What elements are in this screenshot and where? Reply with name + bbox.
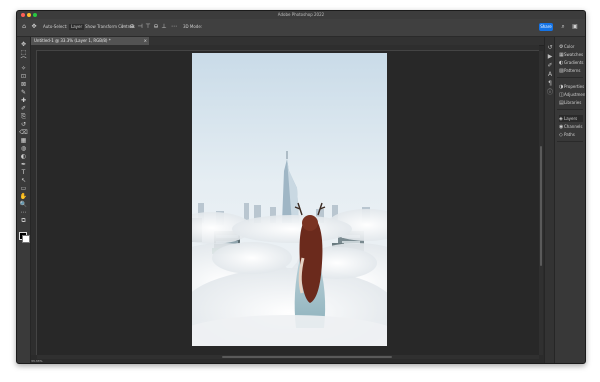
marquee-tool-icon[interactable]: ⬚	[19, 49, 28, 56]
panel-paths[interactable]: ◇Paths	[559, 131, 583, 138]
panel-dock: ⚙Color ▦Swatches ◐Gradients ▨Patterns ◑Prope…	[554, 37, 585, 363]
canvas-area[interactable]	[37, 51, 539, 355]
rectangle-tool-icon[interactable]: ▭	[19, 185, 28, 192]
panel-label: Gradients	[564, 60, 584, 65]
zoom-tool-icon[interactable]: 🔍	[19, 201, 28, 208]
panel-swatches[interactable]: ▦Swatches	[559, 51, 583, 58]
panel-properties[interactable]: ◑Properties	[559, 83, 585, 90]
panel-divider	[557, 109, 583, 110]
move-tool-icon[interactable]: ✥	[31, 24, 37, 30]
vertical-scrollbar[interactable]	[539, 51, 543, 355]
frame-tool-icon[interactable]: ⊠	[19, 81, 28, 88]
align-bottom-icon[interactable]: ⊥	[161, 24, 167, 30]
healing-brush-tool-icon[interactable]: ✚	[19, 97, 28, 104]
panel-label: Color	[564, 44, 575, 49]
brushes-icon[interactable]: ✐	[547, 63, 553, 69]
background-color-swatch[interactable]	[22, 235, 30, 243]
share-button[interactable]: Share	[539, 23, 553, 31]
eyedropper-tool-icon[interactable]: ✎	[19, 89, 28, 96]
horizontal-scrollbar[interactable]	[37, 355, 539, 359]
brush-tool-icon[interactable]: ✐	[19, 105, 28, 112]
panel-libraries[interactable]: ▤Libraries	[559, 99, 583, 106]
more-tools-icon[interactable]: ⧉	[19, 217, 28, 224]
gradient-tool-icon[interactable]: ▦	[19, 137, 28, 144]
panel-label: Properties	[564, 84, 585, 89]
photoshop-window: Adobe Photoshop 2022 ⌂ ✥ Auto-Select: La…	[16, 10, 586, 364]
align-left-icon[interactable]: ⊢	[121, 24, 127, 30]
title-bar: Adobe Photoshop 2022	[17, 11, 585, 19]
zoom-level[interactable]: 33.33%	[31, 359, 61, 363]
move-tool-icon[interactable]: ✥	[19, 41, 28, 48]
panel-gradients[interactable]: ◐Gradients	[559, 59, 584, 66]
clone-stamp-tool-icon[interactable]: ⎘	[19, 113, 28, 120]
paragraph-icon[interactable]: ¶	[547, 81, 553, 87]
3d-mode-label: 3D Mode:	[183, 24, 203, 29]
panel-divider	[557, 141, 583, 142]
hand-tool-icon[interactable]: ✋	[19, 193, 28, 200]
auto-select-label: Auto-Select:	[43, 24, 68, 29]
path-selection-tool-icon[interactable]: ↖	[19, 177, 28, 184]
align-top-icon[interactable]: ⊤	[145, 24, 151, 30]
home-icon[interactable]: ⌂	[21, 24, 27, 30]
panel-color[interactable]: ⚙Color	[559, 43, 583, 50]
type-tool-icon[interactable]: T	[19, 169, 28, 176]
align-middle-icon[interactable]: ⊖	[153, 24, 159, 30]
more-icon[interactable]: ⋯	[171, 24, 177, 30]
close-tab-icon[interactable]: ×	[144, 37, 147, 45]
workspace-icon[interactable]: ▣	[571, 23, 579, 31]
horizontal-scroll-thumb[interactable]	[222, 356, 392, 358]
magic-wand-tool-icon[interactable]: ✧	[19, 65, 28, 72]
panel-label: Layers	[564, 116, 578, 121]
window-title: Adobe Photoshop 2022	[277, 12, 325, 17]
lasso-tool-icon[interactable]: ⌒	[19, 57, 28, 64]
edit-toolbar-icon[interactable]: ⋯	[19, 209, 28, 216]
panel-label: Paths	[564, 132, 575, 137]
search-icon[interactable]: ⌕	[559, 23, 567, 31]
options-bar: ⌂ ✥ Auto-Select: Layer Show Transform Co…	[17, 19, 585, 37]
panel-divider	[557, 77, 583, 78]
panel-label: Adjustments	[564, 92, 586, 97]
panel-label: Channels	[564, 124, 583, 129]
show-transform-controls-checkbox[interactable]: Show Transform Controls	[85, 24, 135, 30]
tools-panel: ✥ ⬚ ⌒ ✧ ⊡ ⊠ ✎ ✚ ✐ ⎘ ↺ ⌫ ▦ ◍ ◐ ✒ T ↖ ▭ ✋ 🔍 ⋯ ⧉	[17, 37, 31, 363]
actions-icon[interactable]: ▶	[547, 54, 553, 60]
panel-channels[interactable]: ◉Channels	[559, 123, 583, 130]
blur-tool-icon[interactable]: ◍	[19, 145, 28, 152]
crop-tool-icon[interactable]: ⊡	[19, 73, 28, 80]
align-right-icon[interactable]: ⊣	[137, 24, 143, 30]
panel-label: Libraries	[564, 100, 582, 105]
character-icon[interactable]: A	[547, 72, 553, 78]
panel-patterns[interactable]: ▨Patterns	[559, 67, 583, 74]
panel-adjustments[interactable]: ◫Adjustments	[559, 91, 586, 98]
panel-label: Patterns	[564, 68, 581, 73]
document-tab-label: Untitled-1 @ 33.3% (Layer 1, RGB/8) *	[34, 38, 111, 43]
document-canvas[interactable]	[192, 53, 387, 346]
history-brush-tool-icon[interactable]: ↺	[19, 121, 28, 128]
panel-label: Swatches	[564, 52, 584, 57]
eraser-tool-icon[interactable]: ⌫	[19, 129, 28, 136]
pen-tool-icon[interactable]: ✒	[19, 161, 28, 168]
info-icon[interactable]: ⓘ	[547, 90, 553, 96]
history-icon[interactable]: ↺	[547, 45, 553, 51]
composite-image	[192, 53, 387, 346]
auto-select-dropdown[interactable]: Layer	[69, 24, 85, 30]
document-tab[interactable]: Untitled-1 @ 33.3% (Layer 1, RGB/8) * ×	[31, 37, 149, 45]
panel-layers[interactable]: ◈Layers	[559, 115, 583, 122]
dodge-tool-icon[interactable]: ◐	[19, 153, 28, 160]
align-center-icon[interactable]: ⊕	[129, 24, 135, 30]
vertical-scroll-thumb[interactable]	[540, 146, 542, 266]
